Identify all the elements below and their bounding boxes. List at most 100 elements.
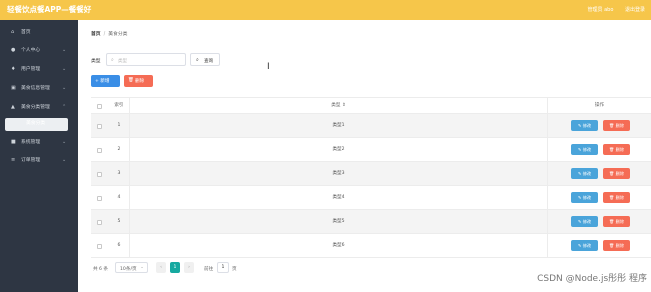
type-search-input[interactable]: ⌕ 类型 <box>106 53 186 66</box>
add-button-label: + 新增 <box>95 79 110 84</box>
edit-button[interactable]: ✎ 修改 <box>571 192 598 203</box>
header-type[interactable]: 类型 ⇕ <box>129 98 547 113</box>
chevron-down-icon: ⌄ <box>62 47 67 53</box>
logout-link[interactable]: 退出登录 <box>625 7 645 13</box>
row-checkbox[interactable] <box>97 196 102 201</box>
delete-button[interactable]: 🗑 删除 <box>603 216 630 227</box>
top-right-links: 管理员 abo 退出登录 <box>578 6 646 13</box>
row-checkbox[interactable] <box>97 220 102 225</box>
sidebar-item-personal-center[interactable]: ● 个人中心 ⌄ <box>0 44 78 58</box>
batch-delete-button[interactable]: 🗑 删除 <box>124 75 153 87</box>
search-icon: ⌕ <box>111 57 114 63</box>
breadcrumb-current: 美食分类 <box>108 32 128 37</box>
top-bar: 轻餐饮点餐APP—餐餐好 管理员 abo 退出登录 <box>0 0 651 20</box>
page-size-select[interactable]: 10条/页 ⌄ <box>115 262 148 273</box>
row-index: 2 <box>117 147 121 152</box>
sidebar-item-label: 美食分类 <box>26 121 46 126</box>
next-page-button[interactable]: › <box>184 262 194 273</box>
search-placeholder: 类型 <box>118 58 127 64</box>
delete-button[interactable]: 🗑 删除 <box>603 168 630 179</box>
row-type: 类型6 <box>129 234 547 257</box>
chevron-down-icon: ⌄ <box>62 157 67 163</box>
header-index: 索引 <box>114 103 124 108</box>
row-index: 6 <box>117 243 121 248</box>
sidebar-item-food-info[interactable]: ▣ 美食信息管理 ⌄ <box>0 82 78 96</box>
page-size-value: 10条/页 <box>120 266 137 272</box>
table-row: 3 类型3 ✎ 修改 🗑 删除 <box>91 162 651 186</box>
sidebar-item-label: 首页 <box>21 30 31 35</box>
pagination-total: 共 6 条 <box>93 267 109 272</box>
sidebar-item-user-manage[interactable]: ♦ 用户管理 ⌄ <box>0 63 78 77</box>
edit-button[interactable]: ✎ 修改 <box>571 168 598 179</box>
sidebar-item-home[interactable]: ⌂ 首页 <box>0 26 78 40</box>
goto-label: 前往 <box>204 267 214 272</box>
sidebar-item-orders[interactable]: ≡ 订单管理 ⌄ <box>0 154 78 168</box>
row-type: 类型5 <box>129 210 547 233</box>
delete-button[interactable]: 🗑 删除 <box>603 240 630 251</box>
table-row: 1 类型1 ✎ 修改 🗑 删除 <box>91 114 651 138</box>
edit-button[interactable]: ✎ 修改 <box>571 216 598 227</box>
table-row: 5 类型5 ✎ 修改 🗑 删除 <box>91 210 651 234</box>
user-icon: ● <box>11 47 16 53</box>
row-checkbox[interactable] <box>97 124 102 129</box>
breadcrumb-separator: / <box>103 32 106 37</box>
row-type: 类型1 <box>129 114 547 137</box>
chevron-down-icon: ⌄ <box>62 139 67 145</box>
row-checkbox[interactable] <box>97 244 102 249</box>
row-checkbox[interactable] <box>97 172 102 177</box>
row-index: 5 <box>117 219 121 224</box>
csdn-watermark: CSDN @Node.js彤彤 程序 <box>537 274 647 284</box>
breadcrumb: 首页 / 美食分类 <box>91 30 127 37</box>
current-user[interactable]: 管理员 abo <box>588 7 614 13</box>
sidebar-item-label: 订单管理 <box>21 158 41 163</box>
row-type: 类型4 <box>129 186 547 209</box>
select-all-checkbox[interactable] <box>97 104 102 109</box>
table-header-row: 索引 类型 ⇕ 操作 <box>91 97 651 114</box>
order-icon: ≡ <box>11 157 16 163</box>
system-icon: ■ <box>11 139 16 145</box>
add-button[interactable]: + 新增 <box>91 75 120 87</box>
table-row: 2 类型2 ✎ 修改 🗑 删除 <box>91 138 651 162</box>
table-row: 6 类型6 ✎ 修改 🗑 删除 <box>91 234 651 258</box>
text-cursor-icon: I <box>267 62 270 72</box>
row-index: 1 <box>117 123 121 128</box>
home-icon: ⌂ <box>11 29 15 35</box>
row-type: 类型3 <box>129 162 547 185</box>
sidebar-item-label: 美食信息管理 <box>21 86 50 91</box>
type-filter-label: 类型 <box>91 59 101 64</box>
query-button[interactable]: ⌕ 查询 <box>190 53 220 66</box>
edit-button[interactable]: ✎ 修改 <box>571 120 598 131</box>
edit-button[interactable]: ✎ 修改 <box>571 144 598 155</box>
sidebar-item-system[interactable]: ■ 系统管理 ⌄ <box>0 136 78 150</box>
query-button-label: 查询 <box>204 58 214 64</box>
page-unit-label: 页 <box>232 267 237 272</box>
delete-button[interactable]: 🗑 删除 <box>603 120 630 131</box>
delete-button[interactable]: 🗑 删除 <box>603 144 630 155</box>
prev-page-button[interactable]: ‹ <box>156 262 166 273</box>
header-ops: 操作 <box>547 98 651 113</box>
row-checkbox[interactable] <box>97 148 102 153</box>
chevron-down-icon: ⌄ <box>62 66 67 72</box>
batch-delete-label: 删除 <box>135 79 145 84</box>
sidebar-item-food-category-manage[interactable]: ▲ 美食分类管理 ⌃ <box>0 101 78 115</box>
sidebar-subitem-food-category[interactable]: 美食分类 <box>0 117 78 131</box>
breadcrumb-home[interactable]: 首页 <box>91 32 101 37</box>
goto-page-input[interactable]: 1 <box>217 262 229 273</box>
user-manage-icon: ♦ <box>11 66 16 72</box>
row-index: 3 <box>117 171 121 176</box>
page-number-current[interactable]: 1 <box>170 262 180 273</box>
sidebar-item-label: 系统管理 <box>21 140 41 145</box>
sidebar: ⌂ 首页 ● 个人中心 ⌄ ♦ 用户管理 ⌄ ▣ 美食信息管理 ⌄ ▲ 美食分类… <box>0 20 78 292</box>
food-info-icon: ▣ <box>11 85 16 91</box>
chevron-down-icon: ⌄ <box>140 265 144 270</box>
delete-button[interactable]: 🗑 删除 <box>603 192 630 203</box>
category-icon: ▲ <box>11 104 15 110</box>
edit-button[interactable]: ✎ 修改 <box>571 240 598 251</box>
chevron-down-icon: ⌄ <box>62 85 67 91</box>
sidebar-item-label: 美食分类管理 <box>21 105 50 110</box>
sidebar-item-label: 用户管理 <box>21 67 41 72</box>
trash-icon: 🗑 <box>128 78 134 83</box>
row-type: 类型2 <box>129 138 547 161</box>
chevron-up-icon: ⌃ <box>62 104 67 110</box>
table-row: 4 类型4 ✎ 修改 🗑 删除 <box>91 186 651 210</box>
